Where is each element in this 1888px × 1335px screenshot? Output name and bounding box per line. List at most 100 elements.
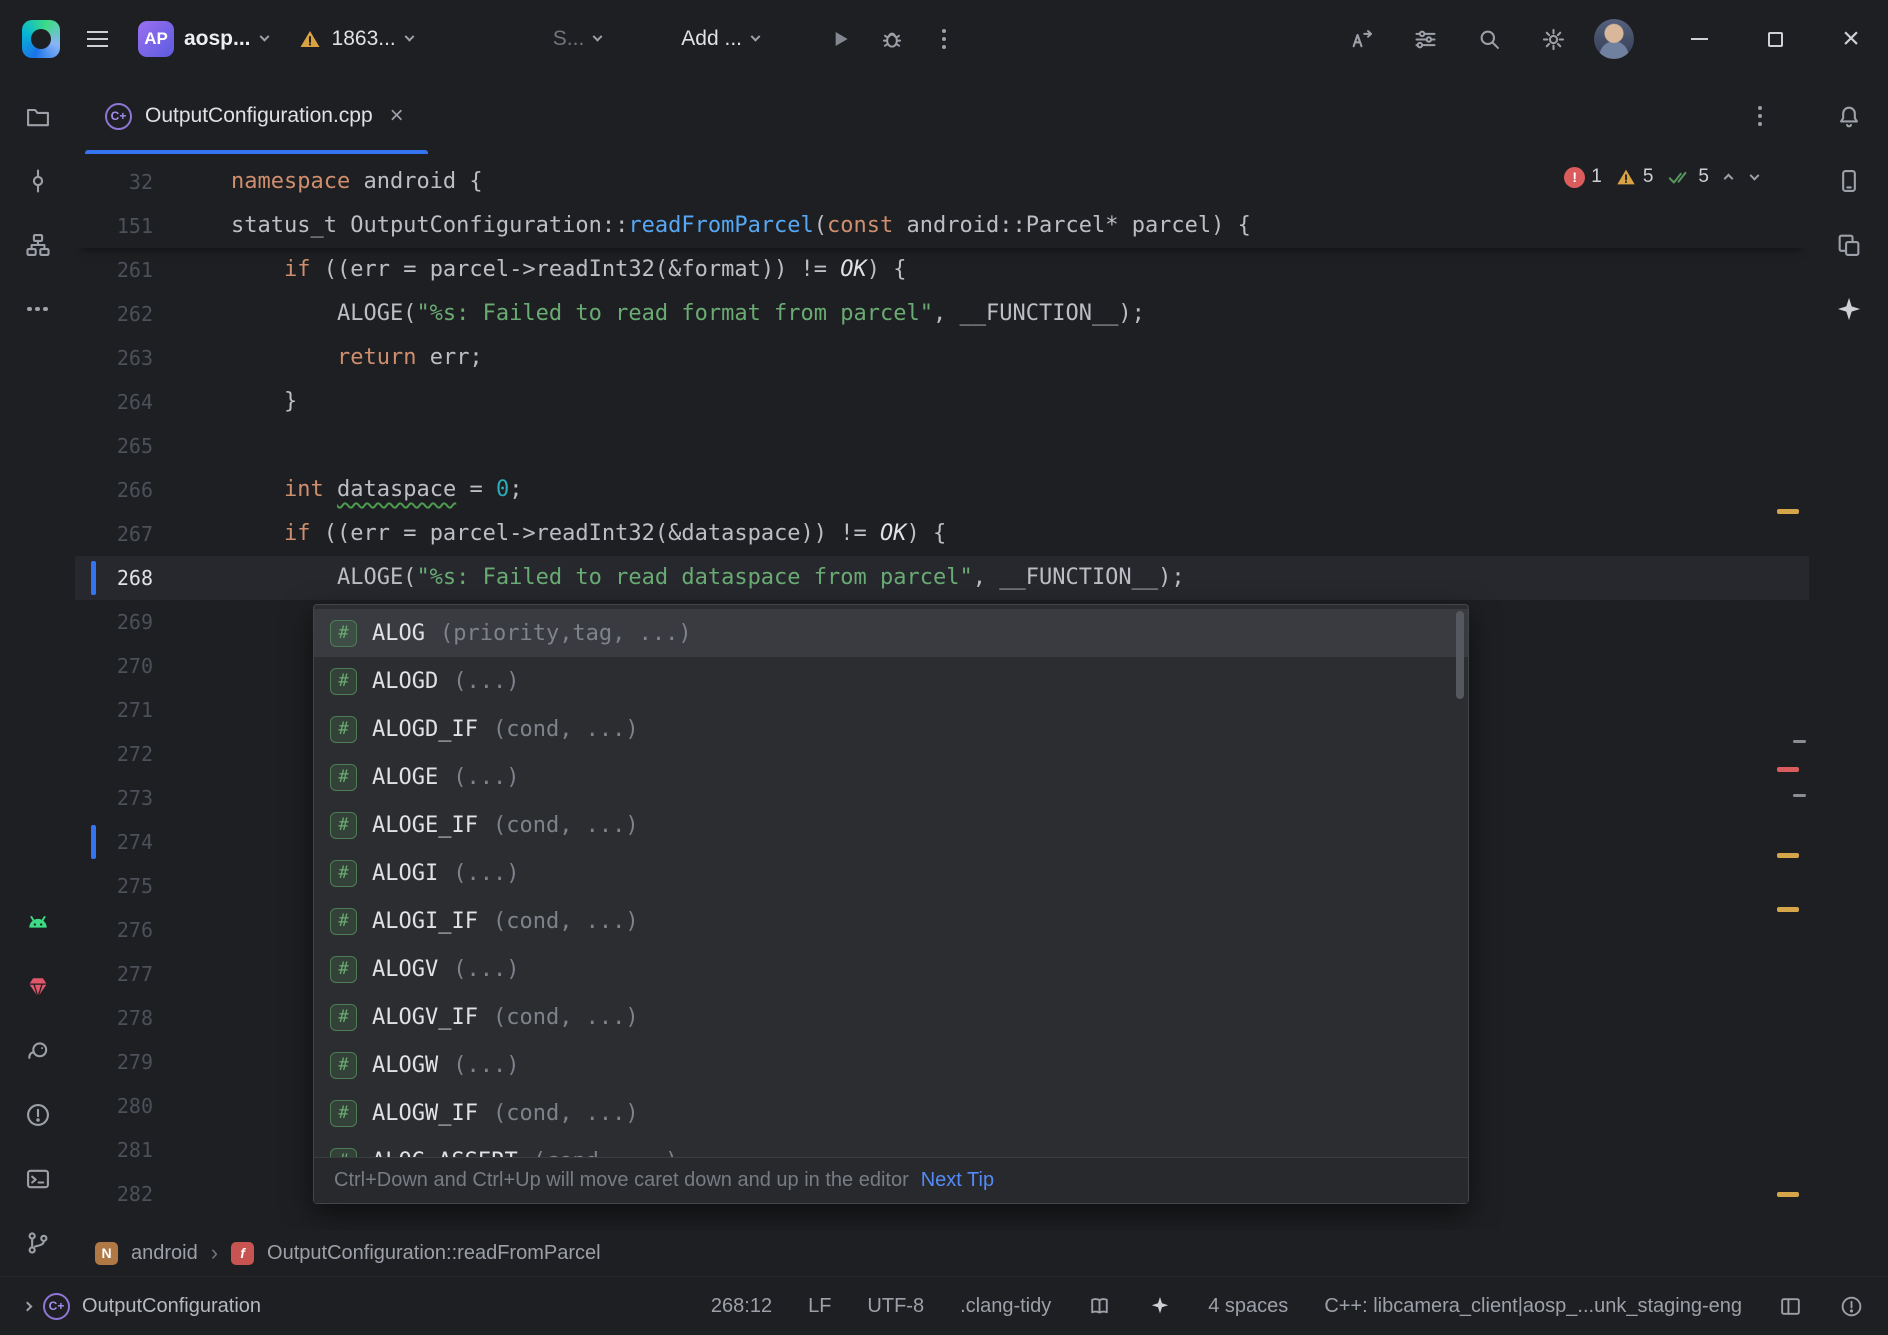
- breadcrumb-namespace[interactable]: android: [131, 1242, 198, 1265]
- completion-item-ALOGW[interactable]: #ALOGW(...): [314, 1041, 1468, 1089]
- warning-stripe-mark[interactable]: [1777, 907, 1799, 912]
- project-widget[interactable]: AP aosp...: [126, 13, 280, 65]
- line-number[interactable]: 267: [75, 512, 153, 556]
- device-manager-button[interactable]: [1826, 222, 1872, 268]
- editor-line-151[interactable]: 151status_t OutputConfiguration::readFro…: [75, 204, 1809, 248]
- warning-count-chip[interactable]: 5: [1615, 166, 1654, 188]
- editor-line-32[interactable]: 32namespace android {: [75, 160, 1809, 204]
- window-maximize-button[interactable]: [1752, 16, 1798, 62]
- split-layout-button[interactable]: [1778, 1294, 1803, 1319]
- scrollbar-thumb-mark[interactable]: [1793, 794, 1806, 797]
- line-number[interactable]: 274: [75, 820, 153, 864]
- terminal-tool-button[interactable]: [15, 1156, 61, 1202]
- editor-line-265[interactable]: 265: [75, 424, 1809, 468]
- line-number[interactable]: 268: [75, 556, 153, 600]
- code-editor[interactable]: 32namespace android {151status_t OutputC…: [75, 154, 1809, 1230]
- editor-line-267[interactable]: 267 if ((err = parcel->readInt32(&datasp…: [75, 512, 1809, 556]
- tab-options-button[interactable]: [1737, 93, 1783, 139]
- line-ending-widget[interactable]: LF: [808, 1295, 831, 1318]
- popup-scrollbar-thumb[interactable]: [1456, 611, 1464, 699]
- commit-tool-button[interactable]: [15, 158, 61, 204]
- gradle-tool-button[interactable]: [15, 1028, 61, 1074]
- editor-line-262[interactable]: 262 ALOGE("%s: Failed to read format fro…: [75, 292, 1809, 336]
- line-number[interactable]: 265: [75, 424, 153, 468]
- more-actions-button[interactable]: [921, 16, 967, 62]
- encoding-widget[interactable]: UTF-8: [867, 1295, 924, 1318]
- version-control-tool-button[interactable]: [15, 1220, 61, 1266]
- line-number[interactable]: 266: [75, 468, 153, 512]
- error-stripe-mark[interactable]: [1777, 767, 1799, 772]
- breadcrumb-function[interactable]: OutputConfiguration::readFromParcel: [267, 1242, 601, 1265]
- run-button[interactable]: [817, 16, 863, 62]
- notifications-button[interactable]: [1826, 94, 1872, 140]
- tab-outputconfiguration-cpp[interactable]: C+ OutputConfiguration.cpp ×: [85, 78, 428, 154]
- logcat-tool-button[interactable]: [15, 900, 61, 946]
- editor-line-261[interactable]: 261 if ((err = parcel->readInt32(&format…: [75, 248, 1809, 292]
- line-number[interactable]: 151: [75, 204, 153, 248]
- device-selector[interactable]: Add ...: [669, 19, 771, 59]
- status-notifications-button[interactable]: [1839, 1294, 1864, 1319]
- editor-scrollbar[interactable]: [1773, 154, 1809, 1230]
- completion-item-ALOGE[interactable]: #ALOGE(...): [314, 753, 1468, 801]
- completion-item-ALOGI[interactable]: #ALOGI(...): [314, 849, 1468, 897]
- structure-tool-button[interactable]: [15, 222, 61, 268]
- completion-item-ALOGE_IF[interactable]: #ALOGE_IF(cond, ...): [314, 801, 1468, 849]
- scrollbar-thumb-mark[interactable]: [1793, 740, 1806, 743]
- line-number[interactable]: 279: [75, 1040, 153, 1084]
- editor-line-266[interactable]: 266 int dataspace = 0;: [75, 468, 1809, 512]
- line-number[interactable]: 280: [75, 1084, 153, 1128]
- line-number[interactable]: 261: [75, 248, 153, 292]
- editor-line-263[interactable]: 263 return err;: [75, 336, 1809, 380]
- line-number[interactable]: 276: [75, 908, 153, 952]
- debug-button[interactable]: [869, 16, 915, 62]
- next-tip-link[interactable]: Next Tip: [921, 1169, 994, 1192]
- vcs-widget[interactable]: 1863...: [286, 19, 425, 59]
- line-number[interactable]: 271: [75, 688, 153, 732]
- completion-item-ALOG_ASSERT[interactable]: #ALOG_ASSERT(cond, ...): [314, 1137, 1468, 1157]
- line-number[interactable]: 270: [75, 644, 153, 688]
- line-number[interactable]: 281: [75, 1128, 153, 1172]
- completion-item-ALOGD_IF[interactable]: #ALOGD_IF(cond, ...): [314, 705, 1468, 753]
- indent-widget[interactable]: 4 spaces: [1208, 1295, 1288, 1318]
- completion-item-ALOGD[interactable]: #ALOGD(...): [314, 657, 1468, 705]
- editor-line-264[interactable]: 264 }: [75, 380, 1809, 424]
- line-number[interactable]: 275: [75, 864, 153, 908]
- user-avatar[interactable]: [1594, 19, 1634, 59]
- main-menu-button[interactable]: [74, 16, 120, 62]
- build-variant-widget[interactable]: C++: libcamera_client|aosp_...unk_stagin…: [1324, 1295, 1742, 1318]
- completion-item-ALOGI_IF[interactable]: #ALOGI_IF(cond, ...): [314, 897, 1468, 945]
- warning-stripe-mark[interactable]: [1777, 1192, 1799, 1197]
- line-number[interactable]: 282: [75, 1172, 153, 1216]
- line-number[interactable]: 262: [75, 292, 153, 336]
- caret-position-widget[interactable]: 268:12: [711, 1295, 772, 1318]
- warning-stripe-mark[interactable]: [1777, 853, 1799, 858]
- app-quality-insights-button[interactable]: [15, 964, 61, 1010]
- previous-problem-button[interactable]: [1722, 166, 1735, 188]
- line-number[interactable]: 272: [75, 732, 153, 776]
- completion-item-ALOGW_IF[interactable]: #ALOGW_IF(cond, ...): [314, 1089, 1468, 1137]
- editor-line-268[interactable]: 268 ALOGE("%s: Failed to read dataspace …: [75, 556, 1809, 600]
- reader-mode-button[interactable]: [1087, 1294, 1112, 1319]
- view-options-button[interactable]: [1402, 16, 1448, 62]
- problems-tool-button[interactable]: [15, 1092, 61, 1138]
- translate-button[interactable]: [1338, 16, 1384, 62]
- completion-item-ALOG[interactable]: #ALOG(priority,tag, ...): [314, 609, 1468, 657]
- next-problem-button[interactable]: [1748, 166, 1761, 188]
- window-close-button[interactable]: ×: [1828, 16, 1874, 62]
- run-configuration-selector[interactable]: S...: [541, 19, 614, 59]
- tab-close-icon[interactable]: ×: [386, 102, 408, 130]
- statusbar-file-widget[interactable]: C+ OutputConfiguration: [24, 1293, 261, 1320]
- search-everywhere-button[interactable]: [1466, 16, 1512, 62]
- line-number[interactable]: 269: [75, 600, 153, 644]
- running-devices-button[interactable]: [1826, 158, 1872, 204]
- more-tool-windows-button[interactable]: [15, 286, 61, 332]
- completion-item-ALOGV_IF[interactable]: #ALOGV_IF(cond, ...): [314, 993, 1468, 1041]
- line-number[interactable]: 277: [75, 952, 153, 996]
- gemini-assistant-button[interactable]: [1826, 286, 1872, 332]
- line-number[interactable]: 32: [75, 160, 153, 204]
- line-number[interactable]: 264: [75, 380, 153, 424]
- window-minimize-button[interactable]: [1676, 16, 1722, 62]
- warning-stripe-mark[interactable]: [1777, 509, 1799, 514]
- completion-item-ALOGV[interactable]: #ALOGV(...): [314, 945, 1468, 993]
- error-count-chip[interactable]: ! 1: [1564, 166, 1602, 188]
